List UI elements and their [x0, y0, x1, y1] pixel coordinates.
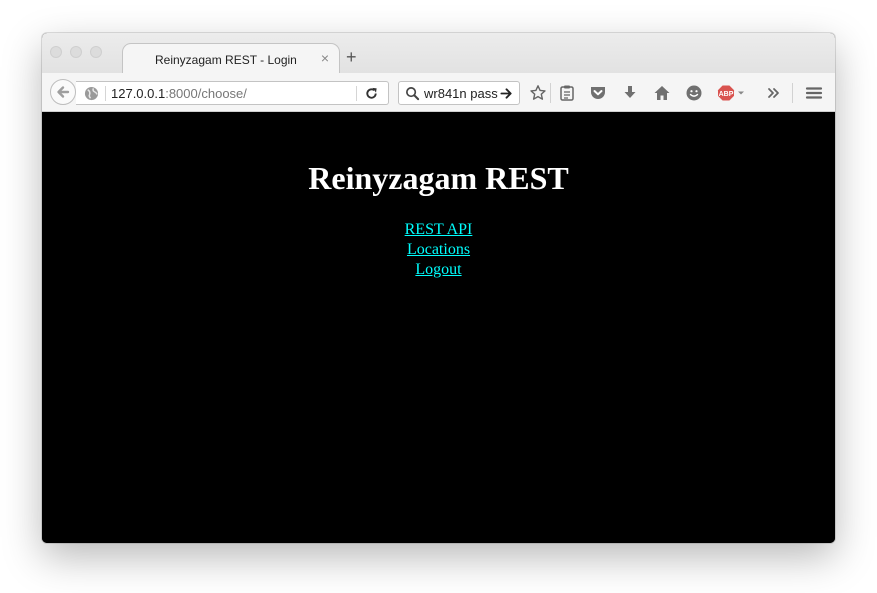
clipboard-icon[interactable] — [558, 84, 576, 102]
url-bar[interactable]: 127.0.0.1:8000/choose/ — [76, 81, 389, 105]
double-chevron-icon[interactable] — [765, 84, 783, 102]
url-path: :8000/choose/ — [165, 86, 247, 101]
new-tab-icon[interactable]: + — [346, 48, 357, 66]
abp-icon[interactable]: ABP — [717, 84, 747, 102]
page-content: Reinyzagam REST REST API Locations Logou… — [42, 112, 835, 543]
tab-close-icon[interactable]: × — [321, 50, 329, 66]
search-icon — [405, 86, 420, 104]
globe-icon[interactable] — [84, 86, 99, 106]
zoom-window-button[interactable] — [90, 46, 102, 58]
url-host: 127.0.0.1 — [111, 86, 166, 101]
url-divider-right — [356, 86, 357, 101]
download-icon[interactable] — [621, 84, 639, 102]
nav-links: REST API Locations Logout — [42, 220, 835, 280]
search-bar[interactable]: wr841n passw — [398, 81, 520, 105]
url-divider — [105, 86, 106, 101]
arrow-right-icon[interactable] — [500, 87, 513, 104]
pocket-icon[interactable] — [589, 84, 607, 102]
tab-active[interactable]: Reinyzagam REST - Login × — [122, 43, 340, 74]
locations-link[interactable]: Locations — [42, 240, 835, 260]
toolbar-divider — [792, 83, 793, 103]
search-input[interactable]: wr841n passw — [424, 86, 498, 101]
smiley-icon[interactable] — [685, 84, 703, 102]
close-window-button[interactable] — [50, 46, 62, 58]
tab-title: Reinyzagam REST - Login — [155, 53, 297, 67]
browser-window: Reinyzagam REST - Login × + 127.0.0.1:80… — [42, 33, 835, 543]
abp-label: ABP — [719, 91, 734, 98]
back-button[interactable] — [50, 79, 76, 105]
url-text[interactable]: 127.0.0.1:8000/choose/ — [111, 86, 247, 101]
reload-icon[interactable] — [364, 86, 379, 106]
logout-link[interactable]: Logout — [42, 260, 835, 280]
page-title: Reinyzagam REST — [308, 160, 569, 196]
hamburger-menu-icon[interactable] — [805, 84, 823, 102]
home-icon[interactable] — [653, 84, 671, 102]
navigation-toolbar: 127.0.0.1:8000/choose/ wr841n pass ABP — [42, 73, 835, 112]
minimize-window-button[interactable] — [70, 46, 82, 58]
star-icon[interactable] — [529, 84, 547, 102]
rest-api-link[interactable]: REST API — [42, 220, 835, 240]
title-bar: Reinyzagam REST - Login × + — [42, 33, 835, 74]
back-arrow-icon — [57, 86, 70, 98]
toolbar-divider — [550, 83, 551, 103]
